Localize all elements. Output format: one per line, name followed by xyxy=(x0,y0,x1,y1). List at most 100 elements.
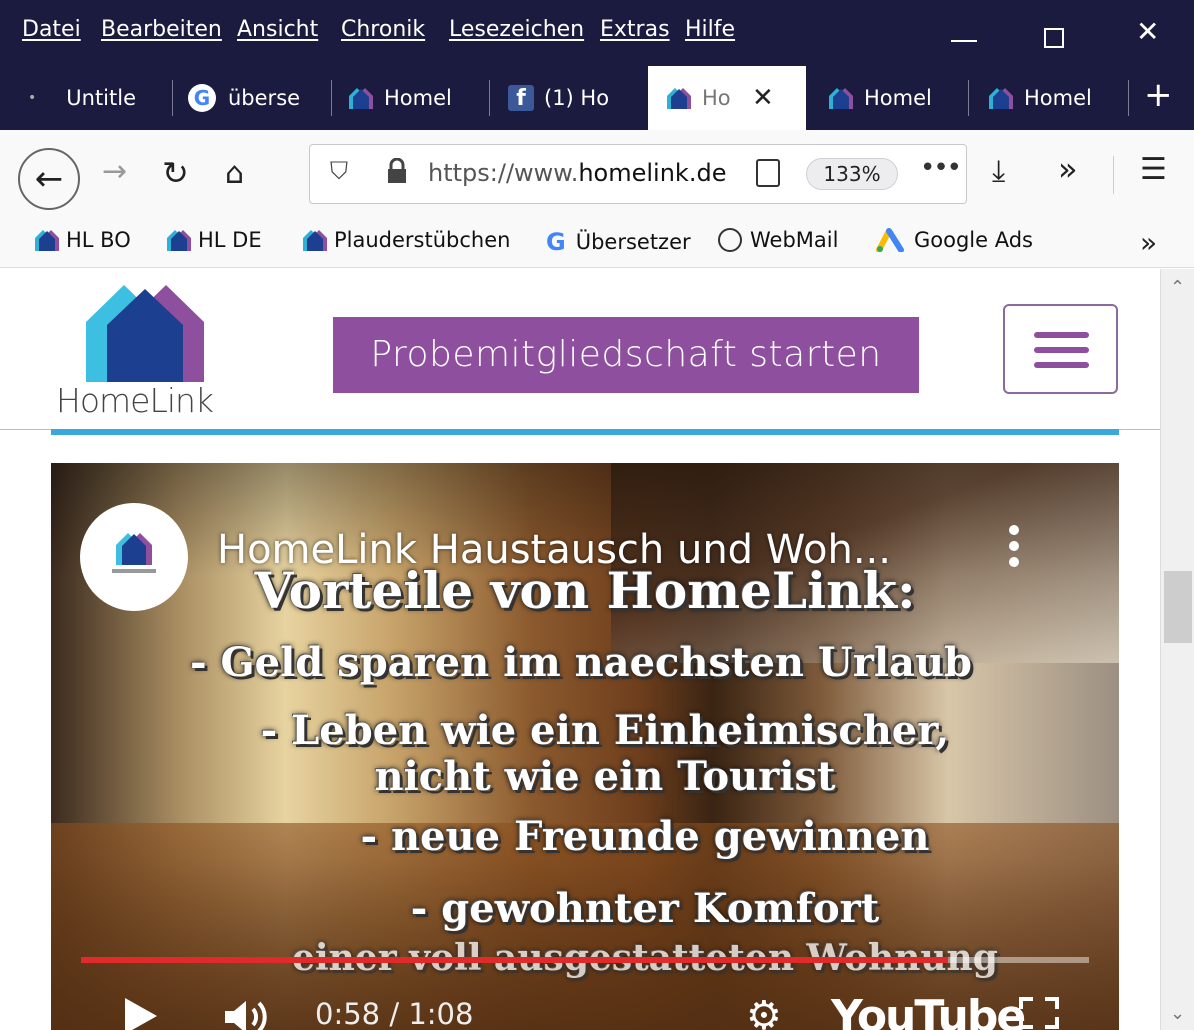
fullscreen-icon[interactable] xyxy=(1019,997,1059,1029)
menu-datei[interactable]: Datei xyxy=(22,17,81,42)
tab-separator xyxy=(489,80,490,116)
site-menu-button[interactable] xyxy=(1003,304,1118,394)
page-actions-icon[interactable]: ••• xyxy=(920,153,962,183)
download-icon[interactable]: ⤓ xyxy=(992,154,1005,189)
volume-icon[interactable] xyxy=(223,997,277,1030)
homelink-favicon-icon xyxy=(988,87,1014,109)
new-tab-button[interactable]: + xyxy=(1144,78,1173,112)
back-button[interactable]: ← xyxy=(18,148,80,210)
window-close-button[interactable]: ✕ xyxy=(1136,18,1159,46)
address-bar[interactable]: ⛉ https://www.homelink.de 133% ••• xyxy=(309,144,967,204)
video-overlay-line: - gewohnter Komfort xyxy=(410,885,880,932)
url-text[interactable]: https://www.homelink.de xyxy=(428,159,738,187)
play-button[interactable] xyxy=(125,998,157,1030)
zoom-level-badge[interactable]: 133% xyxy=(806,158,898,190)
tab-dot-icon: • xyxy=(28,90,37,106)
maximize-button[interactable] xyxy=(1044,28,1064,48)
homelink-favicon-icon xyxy=(666,87,692,109)
tab-bar: • Untitle G überse Homel f (1) Ho Ho ✕ H… xyxy=(0,66,1194,193)
tab-homelink-1[interactable]: Homel xyxy=(348,66,473,130)
bookmark-plauderstuebchen[interactable]: Plauderstübchen xyxy=(302,228,510,252)
minimize-button[interactable] xyxy=(951,40,977,42)
tab-homelink-2[interactable]: Homel xyxy=(828,66,956,130)
tab-uebersetzer[interactable]: G überse xyxy=(188,66,318,130)
menu-chronik[interactable]: Chronik xyxy=(341,17,425,42)
menu-bar-line xyxy=(1034,362,1089,368)
bookmark-label: Google Ads xyxy=(914,228,1033,252)
lock-icon[interactable] xyxy=(386,158,408,184)
tab-label: (1) Ho xyxy=(544,86,610,110)
homelink-favicon-icon xyxy=(302,229,328,251)
toolbar-separator xyxy=(1113,156,1114,194)
scroll-thumb[interactable] xyxy=(1164,571,1192,643)
video-time: 0:58 / 1:08 xyxy=(315,997,474,1030)
bookmark-label: HL DE xyxy=(198,228,262,252)
bookmark-google-ads[interactable]: Google Ads xyxy=(876,228,1033,252)
scroll-down-icon[interactable]: ⌄ xyxy=(1170,1003,1185,1024)
homelink-favicon-icon xyxy=(828,87,854,109)
menu-lesezeichen[interactable]: Lesezeichen xyxy=(449,17,584,42)
logo-text: HomeLink xyxy=(56,381,214,420)
video-overlay-line: - neue Freunde gewinnen xyxy=(360,813,930,860)
video-overlay-line: - Geld sparen im naechsten Urlaub xyxy=(189,639,973,686)
homelink-favicon-icon xyxy=(166,229,192,251)
tab-label: Ho xyxy=(702,86,731,110)
menu-bearbeiten[interactable]: Bearbeiten xyxy=(101,17,222,42)
trial-membership-button[interactable]: Probemitgliedschaft starten xyxy=(333,317,919,393)
tab-close-icon[interactable]: ✕ xyxy=(752,83,774,113)
menu-ansicht[interactable]: Ansicht xyxy=(237,17,318,42)
bookmark-label: Übersetzer xyxy=(575,230,691,254)
bookmark-label: Plauderstübchen xyxy=(334,228,511,252)
tab-separator xyxy=(331,80,332,116)
bookmark-uebersetzer[interactable]: G Übersetzer xyxy=(546,228,691,256)
tab-untitled[interactable]: • Untitle xyxy=(28,66,168,130)
tracking-shield-icon[interactable]: ⛉ xyxy=(330,157,348,185)
tab-homelink-3[interactable]: Homel xyxy=(988,66,1116,130)
tab-label: Homel xyxy=(1024,86,1092,110)
settings-gear-icon[interactable]: ⚙ xyxy=(746,993,782,1030)
menu-bar: Datei Bearbeiten Ansicht Chronik Lesezei… xyxy=(0,0,1194,66)
tab-label: Untitle xyxy=(66,86,137,110)
scroll-up-icon[interactable]: ⌃ xyxy=(1170,277,1185,298)
google-icon: G xyxy=(188,84,216,112)
page-scrollbar[interactable]: ⌃ ⌄ xyxy=(1160,269,1194,1030)
menu-bar-line xyxy=(1034,347,1089,353)
video-overlay-line: - Leben wie ein Einheimischer, xyxy=(260,707,950,754)
video-overlay-line: nicht wie ein Tourist xyxy=(374,753,836,800)
reload-button[interactable]: ↻ xyxy=(162,154,189,192)
header-accent-line xyxy=(51,429,1119,435)
tab-label: Homel xyxy=(864,86,932,110)
menu-extras[interactable]: Extras xyxy=(600,17,670,42)
bookmark-label: HL BO xyxy=(66,228,131,252)
youtube-video-player[interactable]: HomeLink Haustausch und Woh... Vorteile … xyxy=(51,463,1119,1030)
app-menu-icon[interactable]: ☰ xyxy=(1140,152,1167,187)
menu-hilfe[interactable]: Hilfe xyxy=(685,17,735,42)
tab-homelink-active[interactable]: Ho ✕ xyxy=(648,66,806,130)
toolbar-overflow-icon[interactable]: » xyxy=(1058,150,1078,188)
google-icon: G xyxy=(546,228,566,256)
menu-bar-line xyxy=(1034,332,1089,338)
forward-button[interactable]: → xyxy=(102,154,127,189)
tab-label: überse xyxy=(228,86,300,110)
youtube-logo[interactable]: YouTube xyxy=(831,991,1026,1030)
homelink-favicon-icon xyxy=(34,229,60,251)
facebook-icon: f xyxy=(508,85,534,111)
home-button[interactable]: ⌂ xyxy=(225,156,244,191)
video-overlay-heading: Vorteile von HomeLink: xyxy=(254,561,916,620)
tab-separator xyxy=(968,80,969,116)
page-content: HomeLink Probemitgliedschaft starten Hom… xyxy=(0,269,1160,1030)
url-prefix: https://www. xyxy=(428,159,579,187)
navigation-toolbar: ← → ↻ ⌂ ⛉ https://www.homelink.de 133% •… xyxy=(0,130,1194,220)
bookmark-hl-bo[interactable]: HL BO xyxy=(34,228,131,252)
tab-separator xyxy=(172,80,173,116)
tab-facebook[interactable]: f (1) Ho xyxy=(508,66,636,130)
bookmark-webmail[interactable]: WebMail xyxy=(718,228,838,252)
video-progress-fill[interactable] xyxy=(81,957,948,963)
tab-separator xyxy=(1128,80,1129,116)
bookmarks-overflow-icon[interactable]: » xyxy=(1140,226,1157,259)
bookmark-hl-de[interactable]: HL DE xyxy=(166,228,262,252)
tab-label: Homel xyxy=(384,86,452,110)
reader-view-icon[interactable] xyxy=(756,159,780,187)
globe-icon xyxy=(718,228,742,252)
bookmarks-toolbar: HL BO HL DE Plauderstübchen G Übersetzer… xyxy=(0,220,1194,268)
